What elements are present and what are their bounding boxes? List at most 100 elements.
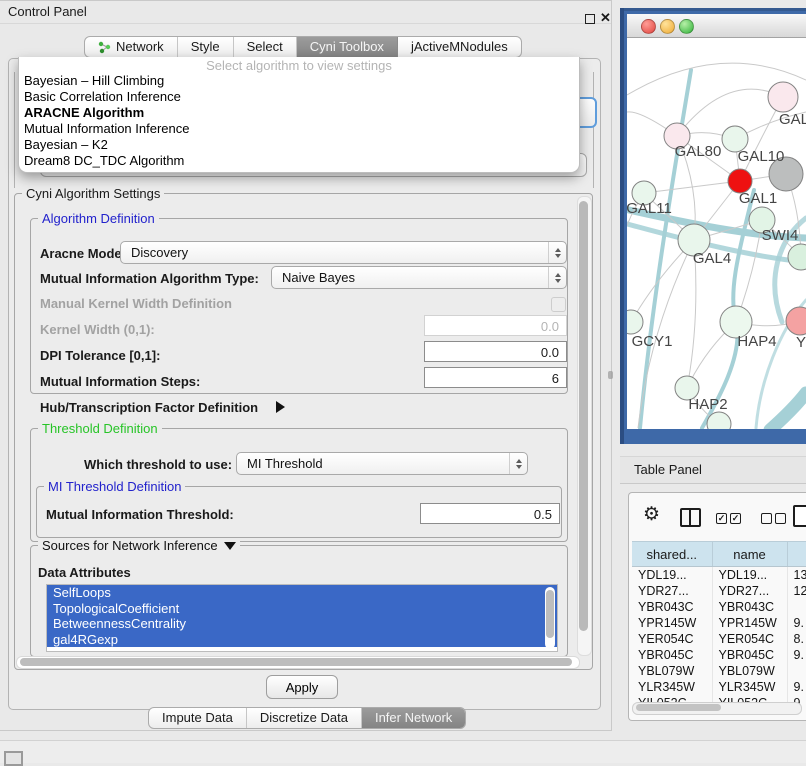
table-cell: [787, 599, 806, 615]
table-row[interactable]: YBL079WYBL079W: [632, 663, 806, 679]
mi-threshold-field[interactable]: 0.5: [420, 503, 560, 524]
kernel-width-field[interactable]: 0.0: [424, 315, 567, 336]
node-label-gal80: GAL80: [675, 143, 722, 160]
table-row[interactable]: YPR145WYPR145W9.: [632, 615, 806, 631]
settings-gear-icon[interactable]: ⚙: [643, 503, 660, 526]
control-panel-tabs: Network Style Select Cyni Toolbox jActiveMNo…: [84, 36, 522, 58]
status-strip: [0, 740, 806, 763]
table-row[interactable]: YDR27...YDR27...12: [632, 583, 806, 599]
tab-impute-data[interactable]: Impute Data: [149, 708, 247, 728]
attributes-scrollbar[interactable]: [545, 587, 555, 649]
mi-steps-field[interactable]: 6: [424, 367, 567, 388]
column-header-name[interactable]: name: [712, 542, 787, 567]
tab-label: Style: [191, 37, 220, 57]
mi-type-combo[interactable]: Naive Bayes: [271, 266, 567, 289]
node-y[interactable]: [786, 307, 806, 335]
manual-kernel-checkbox[interactable]: [551, 297, 566, 312]
column-header-shared[interactable]: shared...: [632, 542, 712, 567]
combo-arrows-icon: [548, 267, 566, 288]
table-cell: 13: [787, 567, 806, 584]
sources-title[interactable]: Sources for Network Inference: [38, 538, 240, 553]
aracne-mode-combo[interactable]: Discovery: [120, 241, 567, 264]
table-panel-header[interactable]: Table Panel: [620, 456, 806, 484]
attribute-item-gal4rgexp[interactable]: gal4RGexp: [47, 632, 557, 648]
mi-steps-label: Mutual Information Steps:: [40, 374, 200, 389]
settings-vertical-scrollbar[interactable]: [577, 196, 592, 656]
table-cell: 9.: [787, 647, 806, 663]
deselect-all-icon[interactable]: [761, 513, 786, 524]
float-panel-icon[interactable]: [585, 14, 595, 24]
algorithm-option-bayesian-hill-climbing[interactable]: Bayesian – Hill Climbing: [19, 73, 579, 89]
table-cell: YPR145W: [712, 615, 787, 631]
dpi-tolerance-label: DPI Tolerance [0,1]:: [40, 348, 160, 363]
data-attributes-label: Data Attributes: [38, 565, 131, 580]
table-horizontal-scrollbar[interactable]: [632, 702, 802, 715]
select-all-icon[interactable]: ✓✓: [716, 513, 741, 524]
expand-right-icon[interactable]: [276, 401, 285, 413]
table-row[interactable]: YER054CYER054C8.: [632, 631, 806, 647]
table-row[interactable]: YDL19...YDL19...13: [632, 567, 806, 584]
algorithm-option-aracne-algorithm[interactable]: ARACNE Algorithm: [19, 105, 579, 121]
node-gal[interactable]: [768, 82, 798, 112]
table-row[interactable]: YLR345WYLR345W9.: [632, 679, 806, 695]
zoom-window-button[interactable]: [679, 19, 694, 34]
column-header-partial[interactable]: [787, 542, 806, 567]
mi-threshold-group-title: MI Threshold Definition: [44, 479, 185, 494]
mi-type-value: Naive Bayes: [282, 270, 355, 285]
node-label-hap2: HAP2: [688, 396, 727, 413]
algorithm-option-bayesian-k2[interactable]: Bayesian – K2: [19, 137, 579, 153]
node-label-gal: GAL: [779, 111, 806, 128]
algorithm-option-dream8-dc-tdc-algorithm[interactable]: Dream8 DC_TDC Algorithm: [19, 153, 579, 169]
manual-kernel-label: Manual Kernel Width Definition: [40, 296, 232, 311]
node-label-gal4: GAL4: [693, 250, 731, 267]
attribute-item-selfloops[interactable]: SelfLoops: [47, 585, 557, 601]
close-panel-icon[interactable]: ✕: [600, 10, 611, 26]
mi-threshold-label: Mutual Information Threshold:: [46, 507, 234, 522]
attribute-item-betweennesscentrality[interactable]: BetweennessCentrality: [47, 616, 557, 632]
apply-button[interactable]: Apply: [266, 675, 338, 699]
which-threshold-combo[interactable]: MI Threshold: [236, 452, 528, 475]
table-cell: YLR345W: [712, 679, 787, 695]
tab-label: Impute Data: [162, 708, 233, 728]
table-cell: 12: [787, 583, 806, 599]
attribute-item-topologicalcoefficient[interactable]: TopologicalCoefficient: [47, 601, 557, 617]
tab-discretize-data[interactable]: Discretize Data: [247, 708, 362, 728]
tab-infer-network[interactable]: Infer Network: [362, 708, 465, 728]
algorithm-option-mutual-information-inference[interactable]: Mutual Information Inference: [19, 121, 579, 137]
table-row[interactable]: YBR045CYBR045C9.: [632, 647, 806, 663]
tab-label: Infer Network: [375, 708, 452, 728]
dpi-tolerance-field[interactable]: 0.0: [424, 341, 567, 362]
tab-select[interactable]: Select: [234, 37, 297, 57]
export-table-icon[interactable]: [793, 505, 806, 527]
tab-jactivemnodules[interactable]: jActiveMNodules: [398, 37, 521, 57]
tab-label: Cyni Toolbox: [310, 37, 384, 57]
algorithm-dropdown-prompt: Select algorithm to view settings: [19, 58, 579, 73]
tab-style[interactable]: Style: [178, 37, 234, 57]
node-gcy1[interactable]: [627, 310, 643, 334]
network-window-titlebar[interactable]: [627, 14, 806, 38]
column-layout-icon[interactable]: [680, 508, 701, 527]
table-cell: YDR27...: [712, 583, 787, 599]
table-panel-title: Table Panel: [634, 462, 702, 477]
splitter-handle[interactable]: [608, 371, 613, 379]
node-unlabeled[interactable]: [788, 244, 806, 270]
table-cell: 9.: [787, 679, 806, 695]
control-panel-titlebar: Control Panel: [0, 0, 611, 24]
algorithm-option-basic-correlation-inference[interactable]: Basic Correlation Inference: [19, 89, 579, 105]
table-row[interactable]: YBR043CYBR043C: [632, 599, 806, 615]
collapse-down-icon: [224, 542, 236, 550]
close-window-button[interactable]: [641, 19, 656, 34]
settings-horizontal-scrollbar[interactable]: [16, 656, 580, 669]
hub-section-label: Hub/Transcription Factor Definition: [40, 400, 258, 415]
minimize-window-button[interactable]: [660, 19, 675, 34]
minimized-panel-icon[interactable]: [4, 751, 23, 766]
network-graph[interactable]: GALGAL80GAL10GAL1GAL11SWI4GAL4GCY1HAP4YH…: [627, 37, 806, 429]
node-attribute-table[interactable]: shared...name YDL19...YDL19...13YDR27...…: [632, 541, 806, 711]
cyni-bottom-tabs: Impute Data Discretize Data Infer Network: [148, 707, 466, 729]
tab-network[interactable]: Network: [85, 37, 178, 57]
tab-cyni-toolbox[interactable]: Cyni Toolbox: [297, 37, 398, 57]
table-cell: YBR043C: [632, 599, 712, 615]
table-cell: YER054C: [712, 631, 787, 647]
table-cell: 8.: [787, 631, 806, 647]
data-attributes-list[interactable]: SelfLoopsTopologicalCoefficientBetweenne…: [46, 584, 558, 652]
